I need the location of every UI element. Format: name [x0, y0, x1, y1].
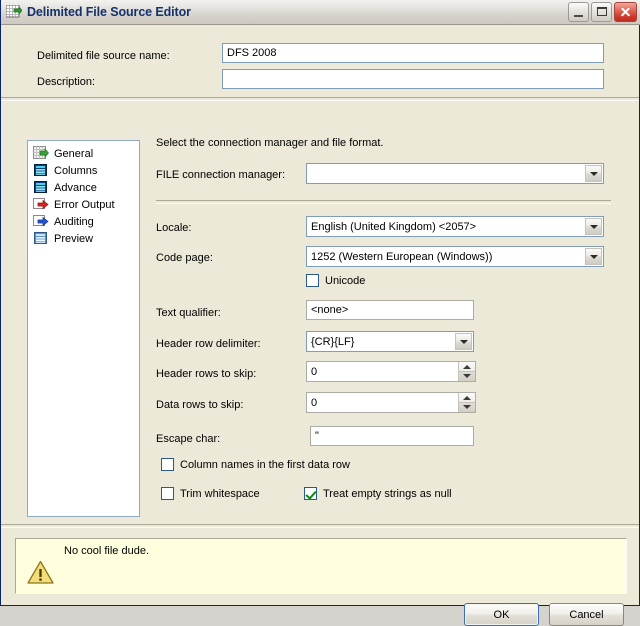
bottom-separator — [1, 524, 639, 528]
page-tree: General Columns Advance Error Output Aud… — [27, 140, 140, 517]
close-button[interactable] — [614, 2, 637, 22]
blue-arrow-icon — [33, 214, 49, 229]
header-row-delimiter-value: {CR}{LF} — [311, 336, 355, 348]
instruction-text: Select the connection manager and file f… — [156, 137, 384, 149]
unicode-checkbox[interactable] — [306, 274, 319, 287]
dialog-window: Delimited File Source Editor Delimited f… — [0, 0, 640, 626]
sidebar-item-error-output[interactable]: Error Output — [33, 196, 139, 213]
data-rows-to-skip-label: Data rows to skip: — [156, 399, 244, 411]
sidebar-item-advance[interactable]: Advance — [33, 179, 139, 196]
title-bar: Delimited File Source Editor — [1, 0, 640, 25]
unicode-label: Unicode — [325, 274, 366, 287]
locale-label: Locale: — [156, 222, 192, 234]
connection-manager-combo[interactable] — [306, 163, 604, 184]
maximize-button[interactable] — [591, 2, 612, 22]
description-label: Description: — [37, 76, 96, 88]
section-separator — [156, 200, 611, 204]
stepper-buttons[interactable] — [458, 362, 475, 381]
treat-empty-strings-label: Treat empty strings as null — [323, 487, 452, 500]
data-rows-to-skip-stepper[interactable]: 0 — [306, 392, 476, 413]
locale-value: English (United Kingdom) <2057> — [311, 221, 477, 233]
escape-char-input[interactable]: " — [310, 426, 474, 446]
column-names-label: Column names in the first data row — [180, 458, 350, 471]
sidebar-item-general[interactable]: General — [33, 145, 139, 162]
treat-empty-strings-checkbox[interactable] — [304, 487, 317, 500]
trim-whitespace-checkbox-row[interactable]: Trim whitespace — [161, 487, 260, 500]
stepper-buttons[interactable] — [458, 393, 475, 412]
sidebar-item-label: General — [54, 147, 94, 160]
data-rows-to-skip-value: 0 — [311, 397, 318, 409]
sidebar-item-label: Error Output — [54, 198, 115, 211]
sidebar-item-label: Advance — [54, 181, 97, 194]
warning-triangle-icon — [27, 560, 54, 585]
dialog-body: Delimited file source name: DFS 2008 Des… — [1, 25, 639, 626]
minimize-icon — [574, 15, 583, 17]
chevron-down-icon[interactable] — [455, 333, 472, 350]
close-icon — [620, 7, 631, 17]
blue-table-icon — [33, 163, 49, 178]
warning-message: No cool file dude. — [64, 545, 149, 557]
sidebar-item-preview[interactable]: Preview — [33, 230, 139, 247]
ok-button[interactable]: OK — [464, 603, 539, 626]
source-name-label: Delimited file source name: — [37, 50, 170, 62]
stepper-down-icon[interactable] — [463, 405, 471, 409]
app-icon — [5, 4, 23, 20]
sidebar-item-label: Columns — [54, 164, 98, 177]
header-row-delimiter-label: Header row delimiter: — [156, 338, 261, 350]
window-title: Delimited File Source Editor — [27, 5, 191, 19]
grid-green-arrow-icon — [33, 146, 49, 161]
maximize-icon — [597, 7, 607, 16]
red-arrow-icon — [33, 197, 49, 212]
chevron-down-icon[interactable] — [585, 248, 602, 265]
treat-empty-strings-checkbox-row[interactable]: Treat empty strings as null — [304, 487, 452, 500]
column-names-checkbox-row[interactable]: Column names in the first data row — [161, 458, 350, 471]
trim-whitespace-checkbox[interactable] — [161, 487, 174, 500]
sidebar-item-columns[interactable]: Columns — [33, 162, 139, 179]
chevron-down-icon[interactable] — [585, 218, 602, 235]
header-rows-to-skip-label: Header rows to skip: — [156, 368, 257, 380]
stepper-up-icon[interactable] — [463, 396, 471, 400]
cancel-button[interactable]: Cancel — [549, 603, 624, 626]
code-page-label: Code page: — [156, 252, 213, 264]
minimize-button[interactable] — [568, 2, 589, 22]
caption-button-group — [568, 2, 637, 22]
sidebar-item-label: Auditing — [54, 215, 94, 228]
header-rows-to-skip-value: 0 — [311, 366, 318, 378]
connection-manager-label: FILE connection manager: — [156, 169, 286, 181]
light-table-icon — [33, 231, 49, 246]
blue-table-icon — [33, 180, 49, 195]
text-qualifier-input[interactable]: <none> — [306, 300, 474, 320]
unicode-checkbox-row[interactable]: Unicode — [306, 274, 365, 287]
header-row-delimiter-combo[interactable]: {CR}{LF} — [306, 331, 474, 352]
sidebar-item-auditing[interactable]: Auditing — [33, 213, 139, 230]
escape-char-label: Escape char: — [156, 433, 221, 445]
stepper-up-icon[interactable] — [463, 365, 471, 369]
code-page-combo[interactable]: 1252 (Western European (Windows)) — [306, 246, 604, 267]
settings-pane: Select the connection manager and file f… — [156, 137, 611, 517]
warning-panel: No cool file dude. — [15, 538, 627, 594]
text-qualifier-label: Text qualifier: — [156, 307, 221, 319]
stepper-down-icon[interactable] — [463, 374, 471, 378]
chevron-down-icon[interactable] — [585, 165, 602, 182]
header-rows-to-skip-stepper[interactable]: 0 — [306, 361, 476, 382]
column-names-checkbox[interactable] — [161, 458, 174, 471]
description-input[interactable] — [222, 69, 604, 89]
top-separator — [1, 97, 639, 101]
sidebar-item-label: Preview — [54, 232, 94, 245]
trim-whitespace-label: Trim whitespace — [180, 487, 260, 500]
locale-combo[interactable]: English (United Kingdom) <2057> — [306, 216, 604, 237]
source-name-input[interactable]: DFS 2008 — [222, 43, 604, 63]
code-page-value: 1252 (Western European (Windows)) — [311, 251, 493, 263]
